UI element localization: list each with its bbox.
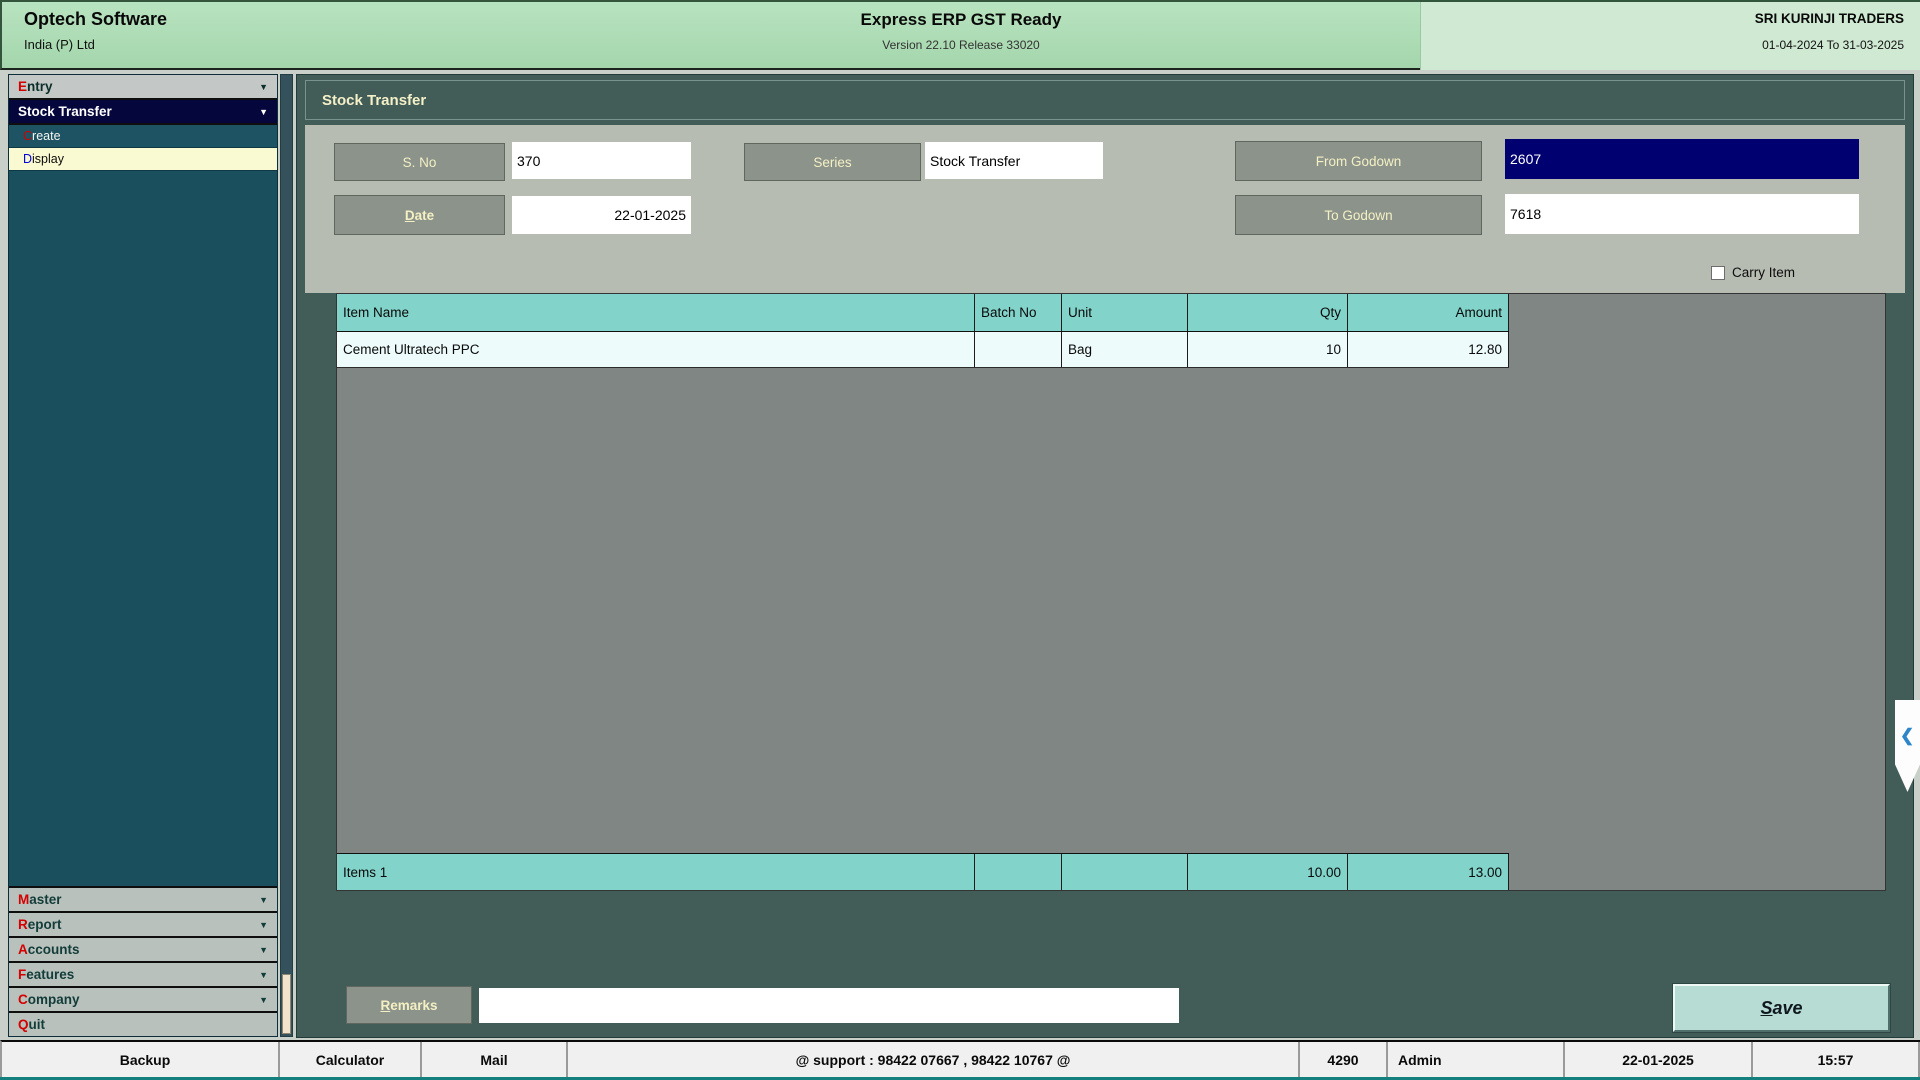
sidebar-item-display-label: Display: [23, 152, 64, 166]
series-label: Series: [744, 143, 921, 181]
to-godown-input[interactable]: [1505, 194, 1859, 234]
table-footer-row: Items 1 10.0013.00: [337, 853, 1509, 890]
status-bar: Backup Calculator Mail @ support : 98422…: [0, 1040, 1920, 1077]
table-header-row: Item NameBatch NoUnitQtyAmount: [337, 294, 1509, 332]
mail-button[interactable]: Mail: [422, 1042, 568, 1077]
vendor-name: Optech Software: [24, 9, 167, 30]
sidebar-menu-stock-transfer-label: Stock Transfer: [18, 104, 112, 119]
product-title: Express ERP GST Ready: [861, 10, 1062, 30]
series-input[interactable]: [925, 142, 1103, 179]
sidebar-menu-quit-label: Quit: [18, 1017, 45, 1032]
footer-cell-4: 13.00: [1348, 854, 1509, 890]
chevron-down-icon: ▼: [259, 920, 268, 930]
sidebar-menu-company[interactable]: Company ▼: [9, 986, 277, 1011]
row0-cell-1[interactable]: [975, 332, 1062, 367]
carry-item-label: Carry Item: [1732, 265, 1795, 280]
row0-cell-0[interactable]: Cement Ultratech PPC: [337, 332, 975, 367]
to-godown-label: To Godown: [1235, 195, 1482, 235]
column-header-2: Unit: [1062, 294, 1188, 331]
chevron-down-icon: ▼: [259, 107, 268, 117]
chevron-down-icon: ▼: [259, 895, 268, 905]
from-godown-label: From Godown: [1235, 141, 1482, 181]
sidebar-menu-report-label: Report: [18, 917, 62, 932]
date-label: Date: [334, 195, 505, 235]
footer-cell-1: [975, 854, 1062, 890]
sno-input[interactable]: [512, 142, 691, 179]
sidebar-item-create[interactable]: Create: [9, 125, 277, 148]
column-header-1: Batch No: [975, 294, 1062, 331]
remarks-input[interactable]: [479, 988, 1179, 1023]
company-name: SRI KURINJI TRADERS: [1421, 11, 1904, 26]
sidebar-menu-accounts[interactable]: Accounts ▼: [9, 936, 277, 961]
status-time: 15:57: [1753, 1042, 1920, 1077]
sidebar-menu-accounts-label: Accounts: [18, 942, 80, 957]
vendor-block: Optech Software India (P) Ltd: [24, 9, 167, 52]
app-window: Optech Software India (P) Ltd Express ER…: [0, 0, 1920, 1080]
sidebar-menu-quit[interactable]: Quit: [9, 1011, 277, 1036]
status-number: 4290: [1300, 1042, 1388, 1077]
sidebar-menu-features[interactable]: Features ▼: [9, 961, 277, 986]
sidebar-menu-report[interactable]: Report ▼: [9, 911, 277, 936]
checkbox-icon: [1711, 266, 1725, 280]
product-block: Express ERP GST Ready Version 22.10 Rele…: [861, 10, 1062, 52]
sidebar-scrollbar: [280, 74, 293, 1037]
page-title-bar: Stock Transfer: [305, 80, 1905, 120]
backup-button[interactable]: Backup: [12, 1042, 280, 1077]
main-panel: Stock Transfer S. No Series From Godown …: [296, 74, 1914, 1038]
footer-cell-2: [1062, 854, 1188, 890]
sidebar-menu-entry[interactable]: Entry ▼: [9, 75, 277, 100]
table-body: Cement Ultratech PPC Bag1012.80: [337, 332, 1509, 368]
sidebar-scrollbar-thumb[interactable]: [282, 974, 291, 1034]
from-godown-input[interactable]: [1505, 139, 1859, 179]
save-button[interactable]: Save: [1673, 984, 1890, 1032]
support-contact: @ support : 98422 07667 , 98422 10767 @: [568, 1042, 1300, 1077]
sidebar-item-display[interactable]: Display: [9, 148, 277, 171]
date-input[interactable]: [512, 196, 691, 234]
row0-cell-3[interactable]: 10: [1188, 332, 1348, 367]
footer-cell-0: Items 1: [337, 854, 975, 890]
sidebar-menu-features-label: Features: [18, 967, 74, 982]
chevron-down-icon: ▼: [259, 970, 268, 980]
status-user: Admin: [1388, 1042, 1565, 1077]
voucher-form: S. No Series From Godown Date To Godown …: [305, 125, 1905, 293]
chevron-down-icon: ▼: [259, 995, 268, 1005]
page-title: Stock Transfer: [322, 92, 426, 109]
status-date: 22-01-2025: [1565, 1042, 1753, 1077]
sidebar: Entry ▼ Stock Transfer ▼ Create Display …: [8, 74, 278, 1037]
column-header-0: Item Name: [337, 294, 975, 331]
sno-label: S. No: [334, 143, 505, 181]
sidebar-menu-entry-label: Entry: [18, 79, 53, 94]
sidebar-menu-master[interactable]: Master ▼: [9, 886, 277, 911]
carry-item-checkbox[interactable]: Carry Item: [1711, 265, 1795, 280]
sidebar-item-create-label: Create: [23, 129, 61, 143]
row0-cell-4[interactable]: 12.80: [1348, 332, 1509, 367]
row0-cell-2[interactable]: Bag: [1062, 332, 1188, 367]
company-block: SRI KURINJI TRADERS 01-04-2024 To 31-03-…: [1420, 2, 1920, 70]
items-table: Item NameBatch NoUnitQtyAmount Cement Ul…: [336, 293, 1886, 891]
remarks-label: Remarks: [346, 986, 472, 1024]
save-button-label: Save: [1760, 998, 1802, 1019]
app-header: Optech Software India (P) Ltd Express ER…: [0, 0, 1920, 70]
table-row-0[interactable]: Cement Ultratech PPC Bag1012.80: [337, 332, 1509, 368]
footer-cell-3: 10.00: [1188, 854, 1348, 890]
sidebar-bottom-menus: Master ▼ Report ▼ Accounts ▼ Features ▼ …: [9, 886, 277, 1036]
chevron-left-icon: ❮: [1900, 726, 1914, 746]
sidebar-menu-company-label: Company: [18, 992, 80, 1007]
sidebar-menu-stock-transfer[interactable]: Stock Transfer ▼: [9, 100, 277, 125]
chevron-down-icon: ▼: [259, 82, 268, 92]
vendor-subtitle: India (P) Ltd: [24, 37, 167, 52]
calculator-button[interactable]: Calculator: [280, 1042, 422, 1077]
financial-year: 01-04-2024 To 31-03-2025: [1421, 38, 1904, 52]
column-header-4: Amount: [1348, 294, 1509, 331]
product-version: Version 22.10 Release 33020: [861, 38, 1062, 52]
column-header-3: Qty: [1188, 294, 1348, 331]
chevron-down-icon: ▼: [259, 945, 268, 955]
sidebar-menu-master-label: Master: [18, 892, 62, 907]
